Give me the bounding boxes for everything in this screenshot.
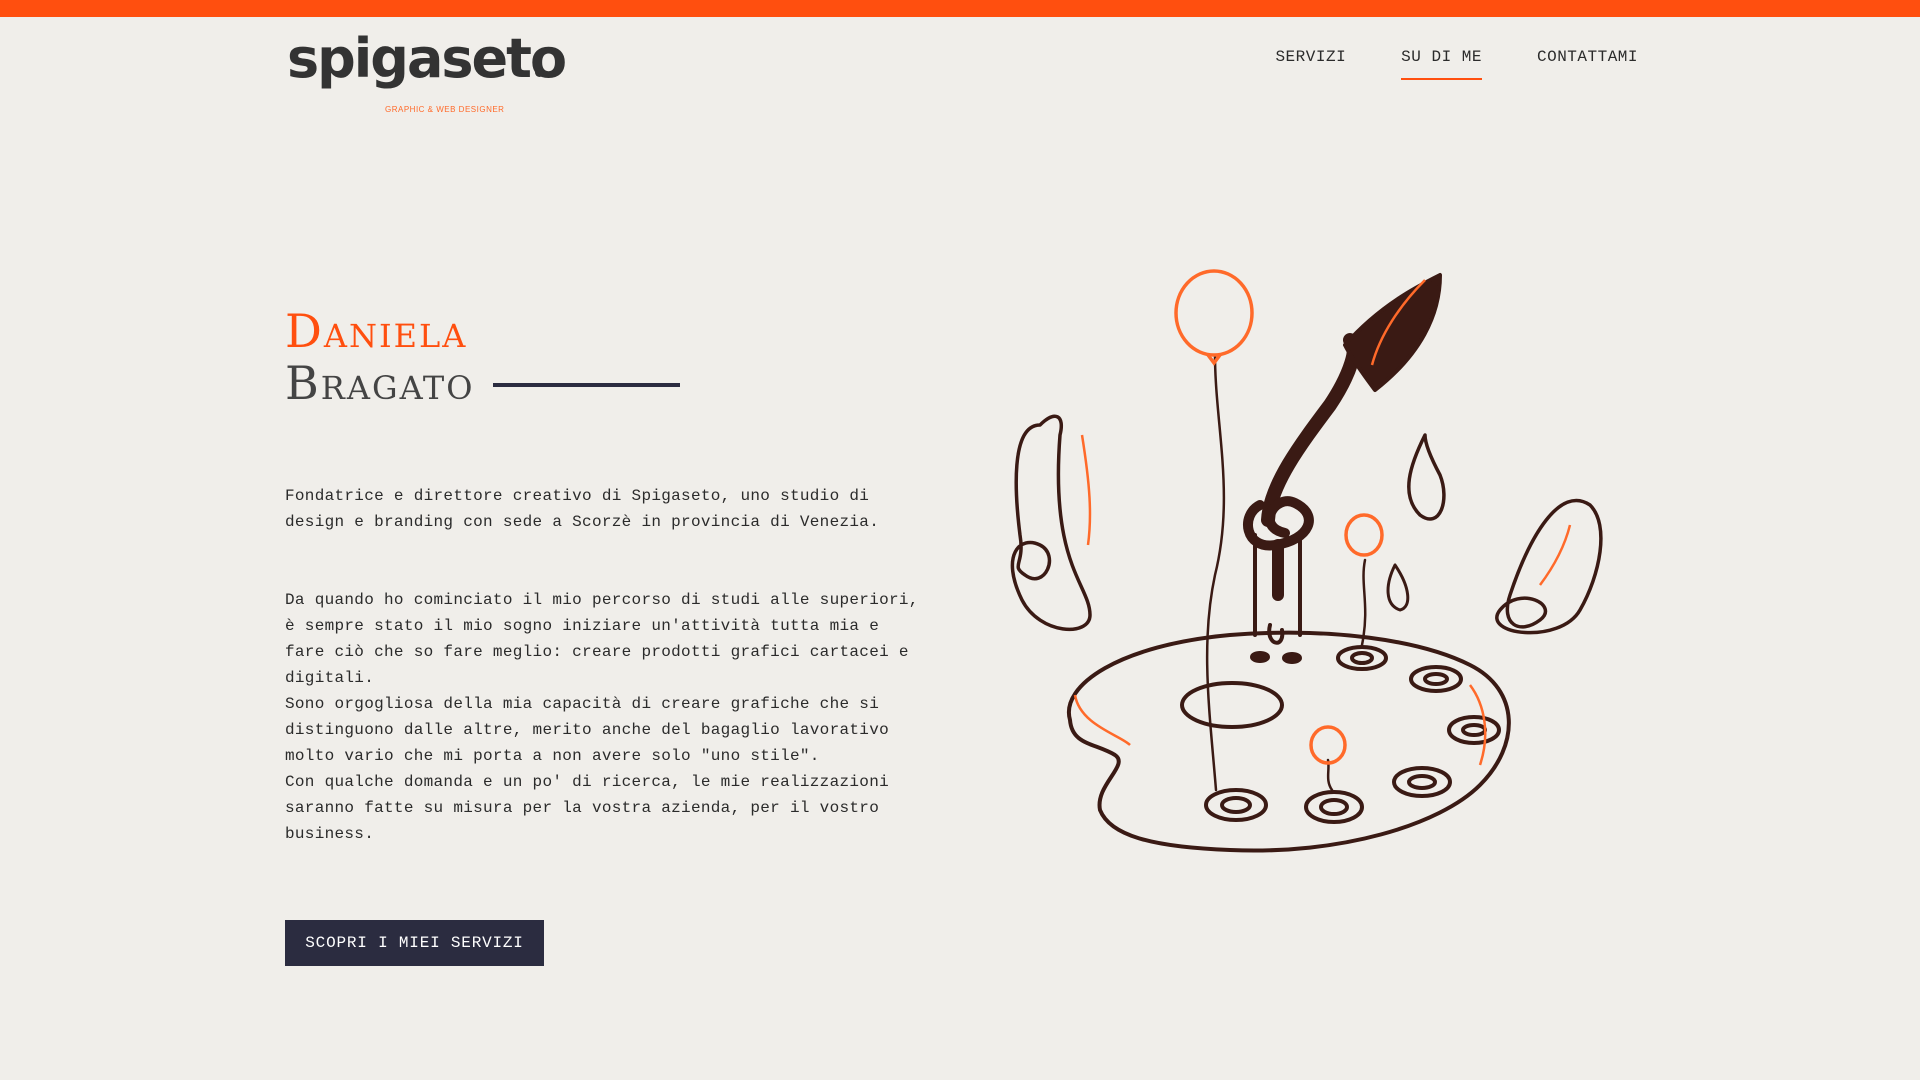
decorative-underline: [492, 383, 680, 387]
logo-tagline: GRAPHIC & WEB DESIGNER: [385, 105, 505, 114]
about-intro: Fondatrice e direttore creativo di Spiga…: [285, 487, 880, 531]
about-paragraph: Con qualche domanda e un po' di ricerca,…: [285, 773, 889, 843]
logo-wordmark: spigaseto: [287, 27, 567, 90]
discover-services-button[interactable]: SCOPRI I MIEI SERVIZI: [285, 920, 544, 966]
palette-illustration: [1010, 269, 1603, 853]
about-paragraph: Sono orgogliosa della mia capacità di cr…: [285, 695, 889, 765]
last-name-row: Bragato: [285, 357, 680, 409]
top-accent-bar: [0, 0, 1920, 17]
site-logo[interactable]: spigaseto GRAPHIC & WEB DESIGNER: [287, 28, 567, 115]
about-body: Da quando ho cominciato il mio percorso …: [285, 587, 925, 847]
about-paragraph: Da quando ho cominciato il mio percorso …: [285, 591, 919, 687]
first-name: Daniela: [285, 304, 468, 358]
logo-dot: [535, 68, 544, 77]
hero-name: Daniela Bragato: [285, 305, 680, 409]
nav-item-contattami[interactable]: CONTATTAMI: [1537, 48, 1638, 80]
nav-item-su-di-me[interactable]: SU DI ME: [1401, 48, 1482, 80]
main-nav: SERVIZI SU DI ME CONTATTAMI: [1275, 48, 1638, 80]
last-name: Bragato: [285, 356, 475, 410]
nav-item-servizi[interactable]: SERVIZI: [1275, 48, 1346, 80]
